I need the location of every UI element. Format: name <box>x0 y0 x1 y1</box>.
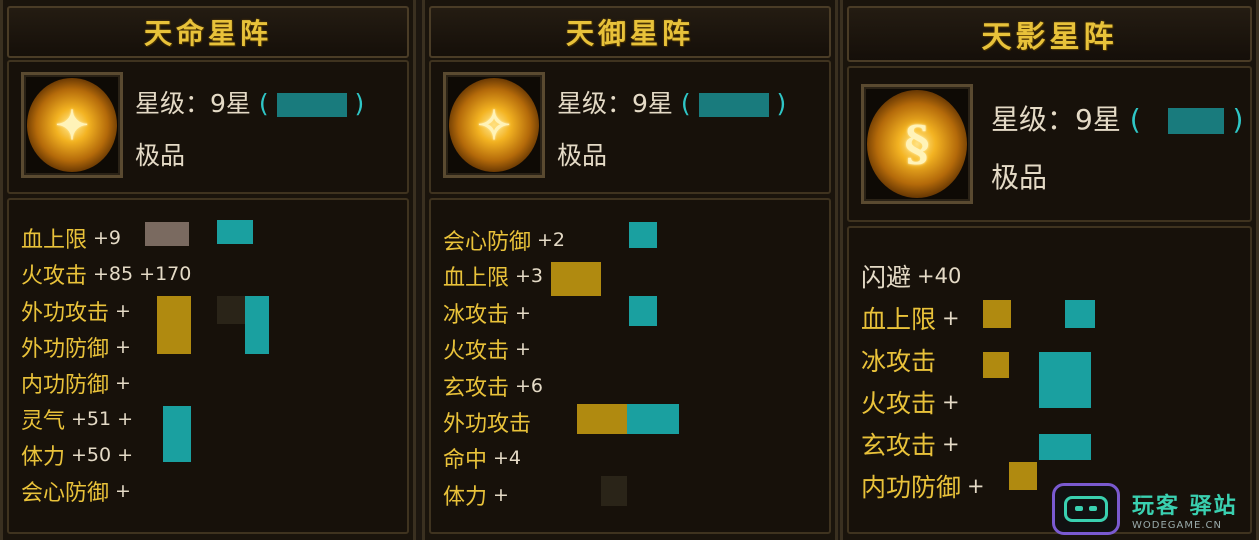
stat-row: 内功防御 + <box>21 372 131 398</box>
stat-row: 血上限 +3 <box>443 265 544 291</box>
redacted-value <box>698 93 769 117</box>
stat-row: 闪避 +40 <box>861 263 962 292</box>
formation-icon-frame[interactable]: ✦ <box>21 72 123 178</box>
stat-row: 火攻击 +85 +170 <box>21 263 192 289</box>
watermark-en: WODEGAME.CN <box>1132 519 1222 531</box>
redaction-mosaic <box>217 296 245 324</box>
redaction-mosaic <box>629 296 657 326</box>
redaction-mosaic <box>627 404 679 434</box>
panel-title-bar: 天御星阵 <box>429 6 831 58</box>
redaction-mosaic <box>551 262 601 296</box>
panel-title: 天御星阵 <box>565 17 694 50</box>
stat-row: 冰攻击 <box>861 347 937 376</box>
stat-row: 外功攻击 + <box>21 300 131 326</box>
stat-row: 冰攻击 + <box>443 302 531 328</box>
stat-row: 玄攻击 + <box>861 431 960 460</box>
redaction-mosaic <box>983 352 1009 378</box>
redaction-mosaic <box>629 222 657 248</box>
stat-row: 外功防御 + <box>21 336 131 362</box>
stat-list: 血上限 +9 火攻击 +85 +170 外功攻击 + 外功防御 + 内功防御 + 灵气 +5… <box>7 198 409 534</box>
quality-label: 极品 <box>991 161 1048 194</box>
panel-title: 天命星阵 <box>143 17 272 50</box>
stat-row: 会心防御 + <box>21 480 131 506</box>
robot-logo-icon <box>1052 483 1120 535</box>
stat-row: 玄攻击 +6 <box>443 375 544 401</box>
star-formation-icon: ✧ <box>449 78 539 172</box>
redaction-mosaic <box>1039 352 1091 408</box>
star-formation-icon: ✦ <box>27 78 117 172</box>
redaction-mosaic <box>1039 434 1091 460</box>
formation-icon-frame[interactable]: ✧ <box>443 72 545 178</box>
stat-row: 外功攻击 <box>443 412 532 437</box>
formation-icon-frame[interactable]: § <box>861 84 973 204</box>
redaction-mosaic <box>163 406 191 462</box>
formation-info-box: ✧ 星级：9星 ( ) 极品 <box>429 60 831 194</box>
star-grade: 星级：9星 ( ) <box>991 103 1244 136</box>
redaction-mosaic <box>1009 462 1037 490</box>
redacted-value <box>1167 108 1224 134</box>
star-grade: 星级：9星 ( ) <box>557 89 787 118</box>
stat-row: 体力 +50 + <box>21 444 134 470</box>
redaction-mosaic <box>1065 300 1095 328</box>
redaction-mosaic <box>217 220 253 244</box>
stat-row: 体力 + <box>443 484 509 510</box>
star-grade: 星级：9星 ( ) <box>135 89 365 118</box>
redaction-mosaic <box>983 300 1011 328</box>
redaction-mosaic <box>601 476 627 506</box>
quality-label: 极品 <box>135 141 186 170</box>
site-watermark: 玩客 驿站 WODEGAME.CN <box>1052 483 1252 535</box>
stat-row: 血上限 +9 <box>21 227 122 253</box>
stat-row: 灵气 +51 + <box>21 408 134 434</box>
formation-info-box: ✦ 星级：9星 ( ) 极品 <box>7 60 409 194</box>
panel-title: 天影星阵 <box>981 20 1118 55</box>
stat-row: 火攻击 + <box>443 338 531 364</box>
stat-row: 火攻击 + <box>861 389 960 418</box>
stat-row: 命中 +4 <box>443 447 522 473</box>
redaction-mosaic <box>145 222 189 246</box>
redaction-mosaic <box>245 296 269 354</box>
stat-list: 会心防御 +2 血上限 +3 冰攻击 + 火攻击 + 玄攻击 +6 外功攻击 命中 +4 体… <box>429 198 831 534</box>
formation-panel-tianming: 天命星阵 ✦ 星级：9星 ( ) 极品 血上限 +9 火攻击 +85 +170 外功… <box>0 0 416 540</box>
formation-panel-tianyu: 天御星阵 ✧ 星级：9星 ( ) 极品 会心防御 +2 血上限 +3 冰攻击 + 火攻… <box>422 0 838 540</box>
redacted-value <box>276 93 347 117</box>
panel-title-bar: 天影星阵 <box>847 6 1252 62</box>
redaction-mosaic <box>577 404 627 434</box>
formation-panel-tianying: 天影星阵 § 星级：9星 ( ) 极品 闪避 +40 血上限 + 冰攻击 火攻击 + … <box>840 0 1259 540</box>
quality-label: 极品 <box>557 141 608 170</box>
dragon-formation-icon: § <box>867 90 967 198</box>
stat-row: 内功防御 + <box>861 473 985 502</box>
stat-row: 血上限 + <box>861 305 960 334</box>
watermark-cn: 玩客 驿站 <box>1132 493 1238 519</box>
panel-title-bar: 天命星阵 <box>7 6 409 58</box>
redaction-mosaic <box>157 296 191 354</box>
stat-row: 会心防御 +2 <box>443 229 566 255</box>
formation-info-box: § 星级：9星 ( ) 极品 <box>847 66 1252 222</box>
